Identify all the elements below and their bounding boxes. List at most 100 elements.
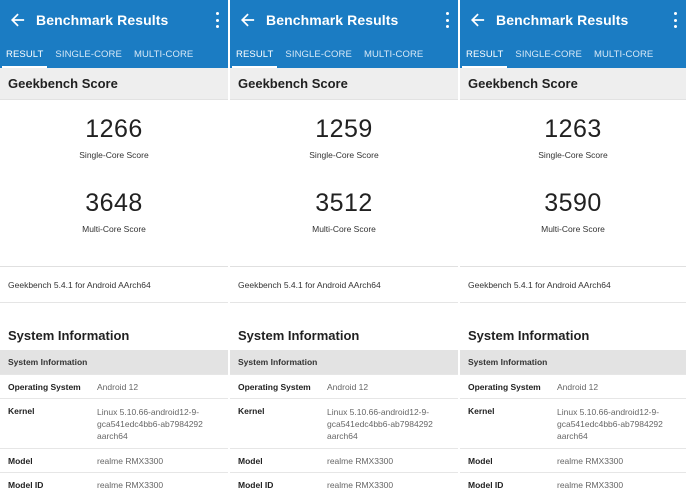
tab-result[interactable]: RESULT bbox=[0, 40, 49, 68]
info-row-kernel: Kernel Linux 5.10.66-android12-9-gca541e… bbox=[460, 398, 686, 448]
info-row-operating-system: Operating System Android 12 bbox=[0, 374, 228, 398]
tab-single-core[interactable]: SINGLE-CORE bbox=[49, 40, 128, 68]
system-information-subheader: System Information bbox=[460, 350, 686, 374]
tab-multi-core[interactable]: MULTI-CORE bbox=[588, 40, 659, 68]
info-row-model: Model realme RMX3300 bbox=[460, 448, 686, 472]
info-value: realme RMX3300 bbox=[97, 455, 164, 466]
info-row-kernel: Kernel Linux 5.10.66-android12-9-gca541e… bbox=[0, 398, 228, 448]
info-row-model-id: Model ID realme RMX3300 bbox=[0, 472, 228, 496]
benchmark-screen: Benchmark Results RESULT SINGLE-CORE MUL… bbox=[458, 0, 686, 499]
info-value: realme RMX3300 bbox=[97, 479, 164, 490]
single-core-score-block: 1259 Single-Core Score bbox=[230, 100, 458, 178]
info-value: Linux 5.10.66-android12-9-gca541edc4bb6-… bbox=[557, 407, 663, 441]
single-core-score-block: 1263 Single-Core Score bbox=[460, 100, 686, 178]
multi-core-score-block: 3512 Multi-Core Score bbox=[230, 178, 458, 266]
arrow-left-icon[interactable] bbox=[460, 0, 496, 40]
multi-core-score-block: 3590 Multi-Core Score bbox=[460, 178, 686, 266]
info-label: Kernel bbox=[8, 406, 35, 416]
info-row-model-id: Model ID realme RMX3300 bbox=[230, 472, 458, 496]
geekbench-version: Geekbench 5.4.1 for Android AArch64 bbox=[0, 266, 228, 302]
multi-core-score-block: 3648 Multi-Core Score bbox=[0, 178, 228, 266]
info-row-model: Model realme RMX3300 bbox=[230, 448, 458, 472]
more-vertical-icon[interactable] bbox=[672, 12, 678, 28]
single-core-score-value: 1263 bbox=[544, 115, 602, 143]
section-divider bbox=[460, 302, 686, 320]
info-value: Android 12 bbox=[327, 381, 369, 392]
tab-bar: RESULT SINGLE-CORE MULTI-CORE bbox=[0, 40, 228, 68]
info-label: Model bbox=[238, 455, 263, 466]
toolbar: Benchmark Results bbox=[0, 0, 228, 40]
single-core-score-value: 1259 bbox=[315, 115, 373, 143]
screen-title: Benchmark Results bbox=[496, 12, 629, 28]
toolbar: Benchmark Results bbox=[230, 0, 458, 40]
benchmark-screen: Benchmark Results RESULT SINGLE-CORE MUL… bbox=[0, 0, 228, 499]
multi-core-score-label: Multi-Core Score bbox=[82, 224, 146, 234]
info-label: Model ID bbox=[8, 479, 44, 490]
info-row-operating-system: Operating System Android 12 bbox=[230, 374, 458, 398]
info-row-model: Model realme RMX3300 bbox=[0, 448, 228, 472]
tab-multi-core[interactable]: MULTI-CORE bbox=[128, 40, 199, 68]
info-label: Model ID bbox=[238, 479, 274, 490]
geekbench-version: Geekbench 5.4.1 for Android AArch64 bbox=[230, 266, 458, 302]
info-row-operating-system: Operating System Android 12 bbox=[460, 374, 686, 398]
arrow-left-icon[interactable] bbox=[230, 0, 266, 40]
multi-core-score-value: 3590 bbox=[544, 189, 602, 217]
geekbench-score-header: Geekbench Score bbox=[230, 68, 458, 100]
geekbench-score-header: Geekbench Score bbox=[460, 68, 686, 100]
more-vertical-icon[interactable] bbox=[214, 12, 220, 28]
info-label: Model bbox=[8, 455, 33, 466]
info-row-model-id: Model ID realme RMX3300 bbox=[460, 472, 686, 496]
info-label: Kernel bbox=[238, 406, 265, 416]
info-label: Operating System bbox=[468, 381, 541, 392]
tab-result[interactable]: RESULT bbox=[230, 40, 279, 68]
screen-title: Benchmark Results bbox=[36, 12, 169, 28]
system-information-title: System Information bbox=[468, 327, 590, 343]
info-value: Android 12 bbox=[97, 381, 139, 392]
system-information-subheader: System Information bbox=[0, 350, 228, 374]
section-divider bbox=[0, 302, 228, 320]
info-value: realme RMX3300 bbox=[557, 455, 624, 466]
tab-bar: RESULT SINGLE-CORE MULTI-CORE bbox=[230, 40, 458, 68]
arrow-left-icon[interactable] bbox=[0, 0, 36, 40]
single-core-score-label: Single-Core Score bbox=[309, 150, 379, 160]
single-core-score-label: Single-Core Score bbox=[79, 150, 149, 160]
section-divider bbox=[230, 302, 458, 320]
info-label: Model bbox=[468, 455, 493, 466]
info-value: Linux 5.10.66-android12-9-gca541edc4bb6-… bbox=[327, 407, 433, 441]
app-bar: Benchmark Results RESULT SINGLE-CORE MUL… bbox=[0, 0, 228, 68]
system-information-title: System Information bbox=[238, 327, 360, 343]
info-label: Kernel bbox=[468, 406, 495, 416]
tab-single-core[interactable]: SINGLE-CORE bbox=[509, 40, 588, 68]
info-label: Operating System bbox=[8, 381, 81, 392]
benchmark-screen: Benchmark Results RESULT SINGLE-CORE MUL… bbox=[228, 0, 458, 499]
tab-single-core[interactable]: SINGLE-CORE bbox=[279, 40, 358, 68]
geekbench-version: Geekbench 5.4.1 for Android AArch64 bbox=[460, 266, 686, 302]
single-core-score-block: 1266 Single-Core Score bbox=[0, 100, 228, 178]
info-value: realme RMX3300 bbox=[327, 455, 394, 466]
info-label: Model ID bbox=[468, 479, 504, 490]
toolbar: Benchmark Results bbox=[460, 0, 686, 40]
multi-core-score-value: 3648 bbox=[85, 189, 143, 217]
info-value: Android 12 bbox=[557, 381, 599, 392]
info-value: realme RMX3300 bbox=[557, 479, 624, 490]
tab-result[interactable]: RESULT bbox=[460, 40, 509, 68]
screen-title: Benchmark Results bbox=[266, 12, 399, 28]
system-information-subheader: System Information bbox=[230, 350, 458, 374]
screenshot-root: Benchmark Results RESULT SINGLE-CORE MUL… bbox=[0, 0, 690, 499]
single-core-score-label: Single-Core Score bbox=[538, 150, 608, 160]
system-information-title: System Information bbox=[8, 327, 130, 343]
info-label: Operating System bbox=[238, 381, 311, 392]
multi-core-score-value: 3512 bbox=[315, 189, 373, 217]
info-value: Linux 5.10.66-android12-9-gca541edc4bb6-… bbox=[97, 407, 203, 441]
tab-multi-core[interactable]: MULTI-CORE bbox=[358, 40, 429, 68]
info-value: realme RMX3300 bbox=[327, 479, 394, 490]
app-bar: Benchmark Results RESULT SINGLE-CORE MUL… bbox=[460, 0, 686, 68]
multi-core-score-label: Multi-Core Score bbox=[312, 224, 376, 234]
single-core-score-value: 1266 bbox=[85, 115, 143, 143]
multi-core-score-label: Multi-Core Score bbox=[541, 224, 605, 234]
app-bar: Benchmark Results RESULT SINGLE-CORE MUL… bbox=[230, 0, 458, 68]
tab-bar: RESULT SINGLE-CORE MULTI-CORE bbox=[460, 40, 686, 68]
geekbench-score-header: Geekbench Score bbox=[0, 68, 228, 100]
info-row-kernel: Kernel Linux 5.10.66-android12-9-gca541e… bbox=[230, 398, 458, 448]
more-vertical-icon[interactable] bbox=[444, 12, 450, 28]
